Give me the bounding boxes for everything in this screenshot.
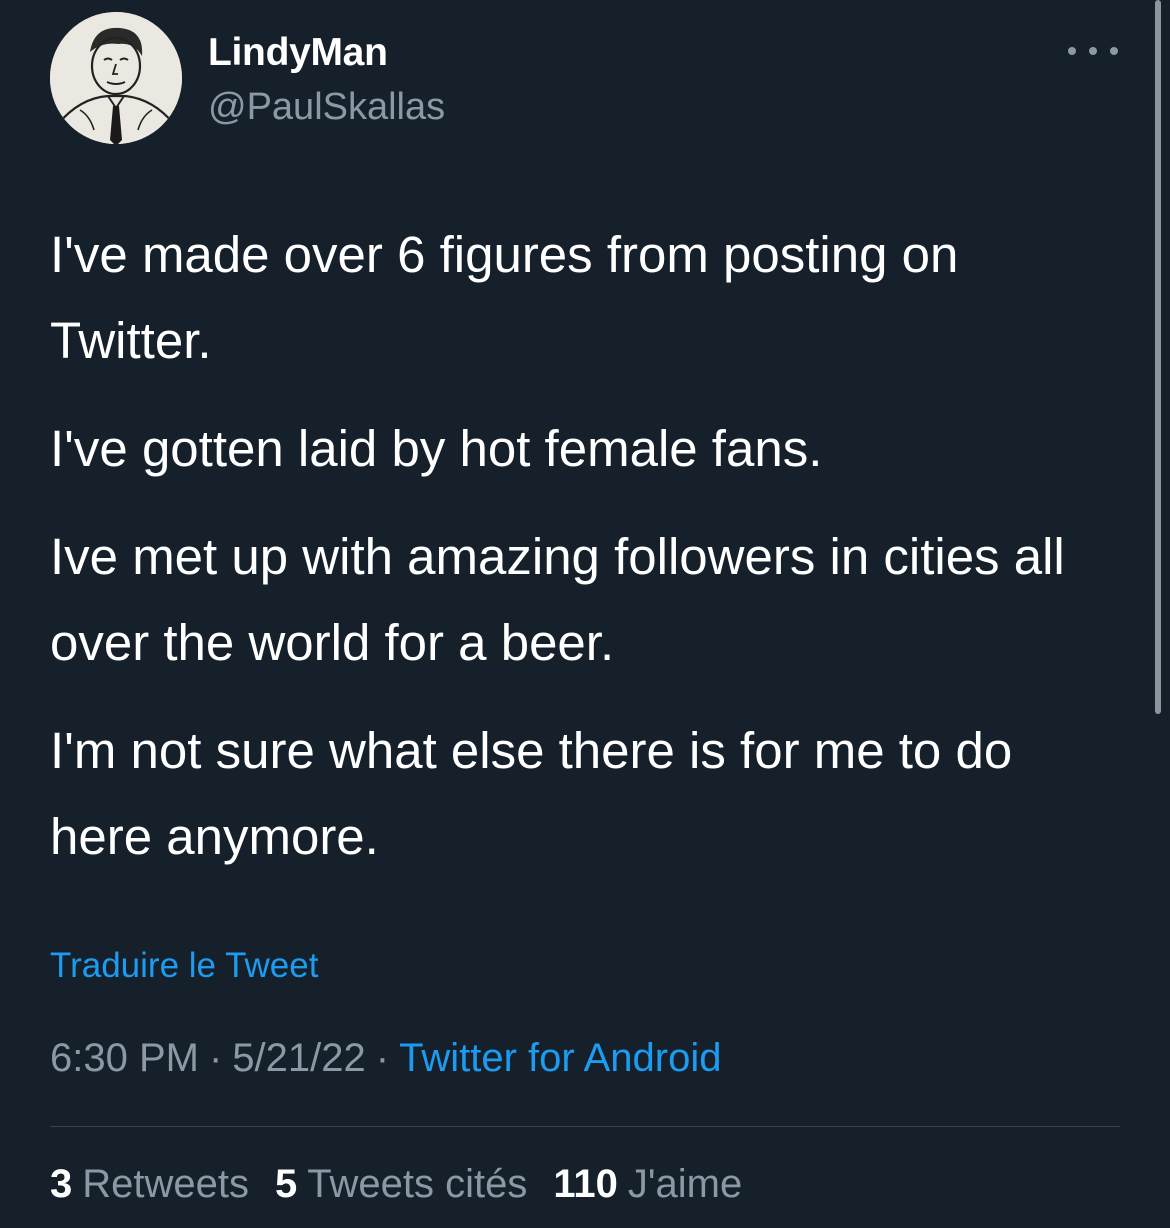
tweet-meta: 6:30 PM · 5/21/22 · Twitter for Android	[50, 1036, 721, 1081]
more-options-icon[interactable]	[1068, 38, 1118, 64]
scrollbar[interactable]	[1155, 0, 1161, 714]
tweet-source-link[interactable]: Twitter for Android	[399, 1036, 721, 1080]
meta-separator: ·	[208, 1036, 223, 1080]
likes-stat[interactable]: 110 J'aime	[553, 1162, 742, 1207]
author-display-name[interactable]: LindyMan	[208, 31, 388, 75]
translate-tweet-link[interactable]: Traduire le Tweet	[50, 946, 318, 986]
tweet-paragraph: I've gotten laid by hot female fans.	[50, 420, 823, 477]
tweet-paragraph: Ive met up with amazing followers in cit…	[50, 528, 1065, 671]
retweets-label: Retweets	[82, 1162, 249, 1206]
quote-tweets-stat[interactable]: 5 Tweets cités	[275, 1162, 527, 1207]
author-handle[interactable]: @PaulSkallas	[208, 86, 445, 129]
likes-label: J'aime	[627, 1162, 743, 1206]
avatar[interactable]	[50, 12, 182, 144]
quote-tweets-label: Tweets cités	[307, 1162, 528, 1206]
dot	[1068, 47, 1076, 55]
meta-separator: ·	[375, 1036, 390, 1080]
quote-tweets-count: 5	[275, 1162, 298, 1206]
tweet-card: LindyMan @PaulSkallas I've made over 6 f…	[0, 0, 1170, 1228]
dot	[1089, 47, 1097, 55]
tweet-paragraph: I'm not sure what else there is for me t…	[50, 722, 1013, 865]
tweet-time[interactable]: 6:30 PM	[50, 1036, 199, 1080]
retweets-stat[interactable]: 3 Retweets	[50, 1162, 249, 1207]
tweet-stats: 3 Retweets 5 Tweets cités 110 J'aime	[50, 1162, 768, 1207]
divider	[50, 1126, 1120, 1127]
tweet-paragraph: I've made over 6 figures from posting on…	[50, 226, 959, 369]
tweet-text: I've made over 6 figures from posting on…	[50, 212, 1110, 902]
dot	[1110, 47, 1118, 55]
likes-count: 110	[553, 1162, 618, 1206]
tweet-date[interactable]: 5/21/22	[232, 1036, 365, 1080]
retweets-count: 3	[50, 1162, 73, 1206]
avatar-sketch-icon	[50, 12, 182, 144]
